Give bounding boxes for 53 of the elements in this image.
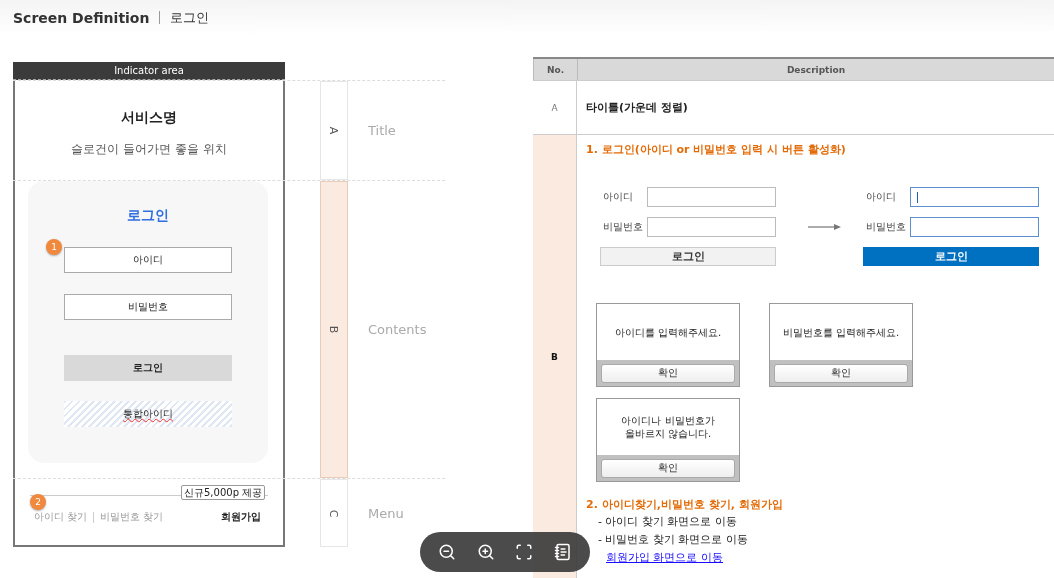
page-title: Screen Definition: [13, 9, 150, 26]
signup-link[interactable]: 회원가입: [221, 510, 261, 524]
confirm-button[interactable]: 확인: [601, 363, 735, 383]
field-label: 아이디: [602, 190, 634, 204]
login-button[interactable]: 로그인: [64, 355, 232, 381]
input-field[interactable]: [910, 217, 1039, 237]
section-tab[interactable]: C: [320, 479, 348, 547]
section-heading: 1. 로그인(아이디 or 비밀번호 입력 시 버튼 활성화): [586, 142, 846, 158]
input-field[interactable]: [910, 187, 1039, 207]
confirm-button[interactable]: 확인: [601, 458, 735, 478]
screen-name: 로그인: [170, 8, 210, 27]
service-name: 서비스명: [121, 109, 177, 127]
confirm-button[interactable]: 확인: [774, 363, 908, 383]
section-label: Title: [368, 123, 397, 138]
column-header: Description: [577, 59, 1054, 80]
number-cell: B: [533, 135, 577, 578]
number-badge: 1: [46, 239, 62, 255]
section-label: Menu: [368, 505, 405, 521]
tooltip: 신규5,000p 제공: [181, 485, 266, 500]
section-letter: B: [327, 325, 341, 334]
alert-message: 비밀번호를 입력해주세요.: [781, 325, 901, 340]
alert-message: 아이디를 입력해주세요.: [613, 325, 723, 340]
fullscreen-icon[interactable]: [515, 543, 534, 561]
login-button[interactable]: 로그인: [863, 247, 1039, 266]
zoom-out-icon[interactable]: [438, 543, 457, 561]
description-item: - 아이디 찾기 화면으로 이동: [598, 514, 738, 530]
input-field[interactable]: [647, 187, 776, 207]
signup-link[interactable]: 회원가입 화면으로 이동: [606, 549, 748, 567]
slogan: 슬로건이 들어가면 좋을 위치: [71, 141, 227, 158]
section-tab[interactable]: B: [320, 181, 348, 478]
number-badge: 2: [30, 494, 46, 510]
login-button[interactable]: 로그인: [600, 247, 776, 266]
input-field[interactable]: [647, 217, 776, 237]
column-header: No.: [533, 59, 577, 80]
text-caret: [917, 191, 918, 203]
field-label: 비밀번호: [865, 220, 907, 234]
section-label: Contents: [368, 322, 428, 337]
section-tab[interactable]: A: [320, 81, 348, 180]
field-label: 비밀번호: [602, 220, 644, 234]
section-letter: A: [327, 126, 341, 135]
description-text: 타이틀(가운데 정렬): [586, 100, 688, 115]
section-heading: 2. 아이디찾기,비밀번호 찾기, 회원가입: [586, 497, 783, 513]
description-item: - 비밀번호 찾기 화면으로 이동: [598, 532, 748, 548]
input-field[interactable]: 비밀번호: [64, 294, 232, 320]
arrow-icon: [808, 222, 841, 231]
notes-icon[interactable]: [553, 543, 572, 561]
indicator-bar: Indicator area: [13, 62, 285, 80]
login-title: 로그인: [127, 207, 169, 225]
field-label: 아이디: [865, 190, 897, 204]
alert-message: 아이디나 비밀번호가 올바르지 않습니다.: [620, 414, 716, 441]
section-letter: C: [327, 509, 341, 517]
zoom-in-icon[interactable]: [476, 543, 495, 561]
integrated-id-button[interactable]: 통합아이디: [64, 401, 232, 427]
